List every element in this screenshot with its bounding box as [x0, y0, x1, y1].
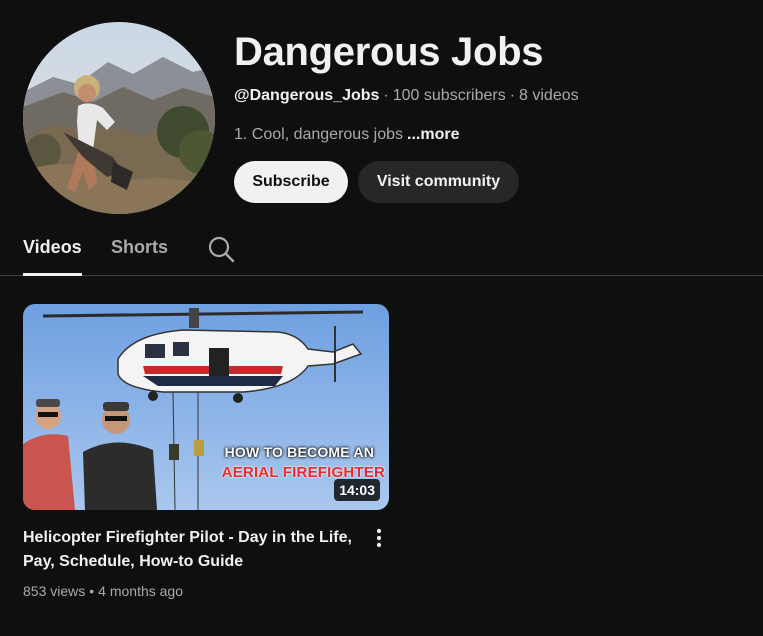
video-meta: 853 views • 4 months ago	[23, 582, 183, 600]
more-vert-icon[interactable]	[367, 526, 391, 550]
subscriber-count: 100 subscribers	[392, 87, 506, 104]
subscribe-button[interactable]: Subscribe	[234, 161, 348, 203]
tab-videos[interactable]: Videos	[23, 236, 82, 276]
video-title[interactable]: Helicopter Firefighter Pilot - Day in th…	[23, 526, 363, 574]
search-icon[interactable]	[206, 234, 236, 264]
channel-page: Dangerous Jobs @Dangerous_Jobs · 100 subsc…	[0, 0, 763, 636]
thumbnail-text-line-1: HOW TO BECOME AN	[224, 444, 374, 460]
channel-handle[interactable]: @Dangerous_Jobs	[234, 87, 379, 104]
more-link[interactable]: ...more	[407, 126, 459, 143]
description-text: 1. Cool, dangerous jobs	[234, 126, 403, 143]
tab-shorts[interactable]: Shorts	[111, 236, 168, 258]
channel-description[interactable]: 1. Cool, dangerous jobs ...more	[234, 125, 459, 145]
video-duration-badge: 14:03	[334, 479, 380, 501]
video-thumbnail[interactable]: HOW TO BECOME AN AERIAL FIREFIGHTER 14:0…	[23, 304, 389, 510]
tab-selected-indicator	[23, 273, 82, 276]
visit-community-button[interactable]: Visit community	[358, 161, 519, 203]
meta-separator: ·	[509, 87, 516, 104]
channel-avatar[interactable]	[23, 22, 215, 214]
avatar-image	[23, 22, 215, 214]
channel-title: Dangerous Jobs	[234, 30, 544, 74]
meta-separator: ·	[383, 87, 389, 104]
tab-label: Videos	[23, 237, 82, 257]
upload-age: 4 months ago	[98, 583, 184, 599]
meta-separator: •	[89, 583, 95, 599]
video-count: 8 videos	[519, 87, 579, 104]
tab-label: Shorts	[111, 237, 169, 257]
channel-tabs: Videos Shorts	[0, 226, 763, 276]
view-count: 853 views	[23, 583, 86, 599]
channel-meta: @Dangerous_Jobs · 100 subscribers · 8 videos	[234, 86, 579, 106]
